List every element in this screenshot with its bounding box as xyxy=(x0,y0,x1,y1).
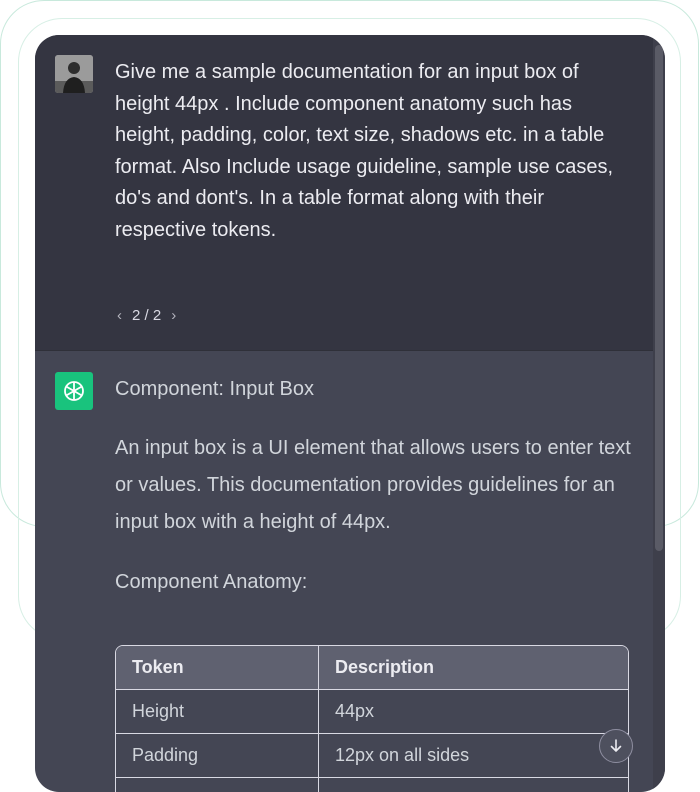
scrollbar[interactable] xyxy=(653,35,665,792)
table-cell: 12px on all sides xyxy=(335,745,470,765)
table-row xyxy=(116,777,628,792)
table-header-cell: Token xyxy=(116,646,319,689)
pager-count: 2 / 2 xyxy=(132,307,162,324)
scrollbar-thumb[interactable] xyxy=(655,45,663,551)
scroll-down-button[interactable] xyxy=(599,729,633,763)
user-message-text: Give me a sample documentation for an in… xyxy=(115,61,614,241)
table-cell xyxy=(319,778,628,792)
assistant-title: Component: Input Box xyxy=(115,378,315,400)
assistant-content: Component: Input Box An input box is a U… xyxy=(115,373,635,598)
user-avatar xyxy=(55,55,93,93)
table-cell: Height xyxy=(116,690,319,733)
table-cell xyxy=(116,778,319,792)
openai-logo-icon xyxy=(55,372,93,410)
assistant-message: Component: Input Box An input box is a U… xyxy=(35,351,653,792)
table-row: Padding 12px on all sides xyxy=(116,733,628,777)
chat-window: Give me a sample documentation for an in… xyxy=(35,35,665,792)
table-cell: 44px xyxy=(335,701,375,721)
chevron-right-icon[interactable]: › xyxy=(171,307,176,324)
table-header-cell: Description xyxy=(335,657,435,677)
chevron-left-icon[interactable]: ‹ xyxy=(117,307,122,324)
assistant-subtitle: Component Anatomy: xyxy=(115,571,308,593)
table-header-row: Token Description xyxy=(116,646,628,689)
response-pager: ‹ 2 / 2 › xyxy=(117,307,176,324)
assistant-paragraph: An input box is a UI element that allows… xyxy=(115,437,631,533)
table-cell: Padding xyxy=(116,734,319,777)
arrow-down-icon xyxy=(610,739,622,752)
user-message: Give me a sample documentation for an in… xyxy=(35,35,653,351)
anatomy-table: Token Description Height 44px Padding 12… xyxy=(115,645,629,792)
table-row: Height 44px xyxy=(116,689,628,733)
